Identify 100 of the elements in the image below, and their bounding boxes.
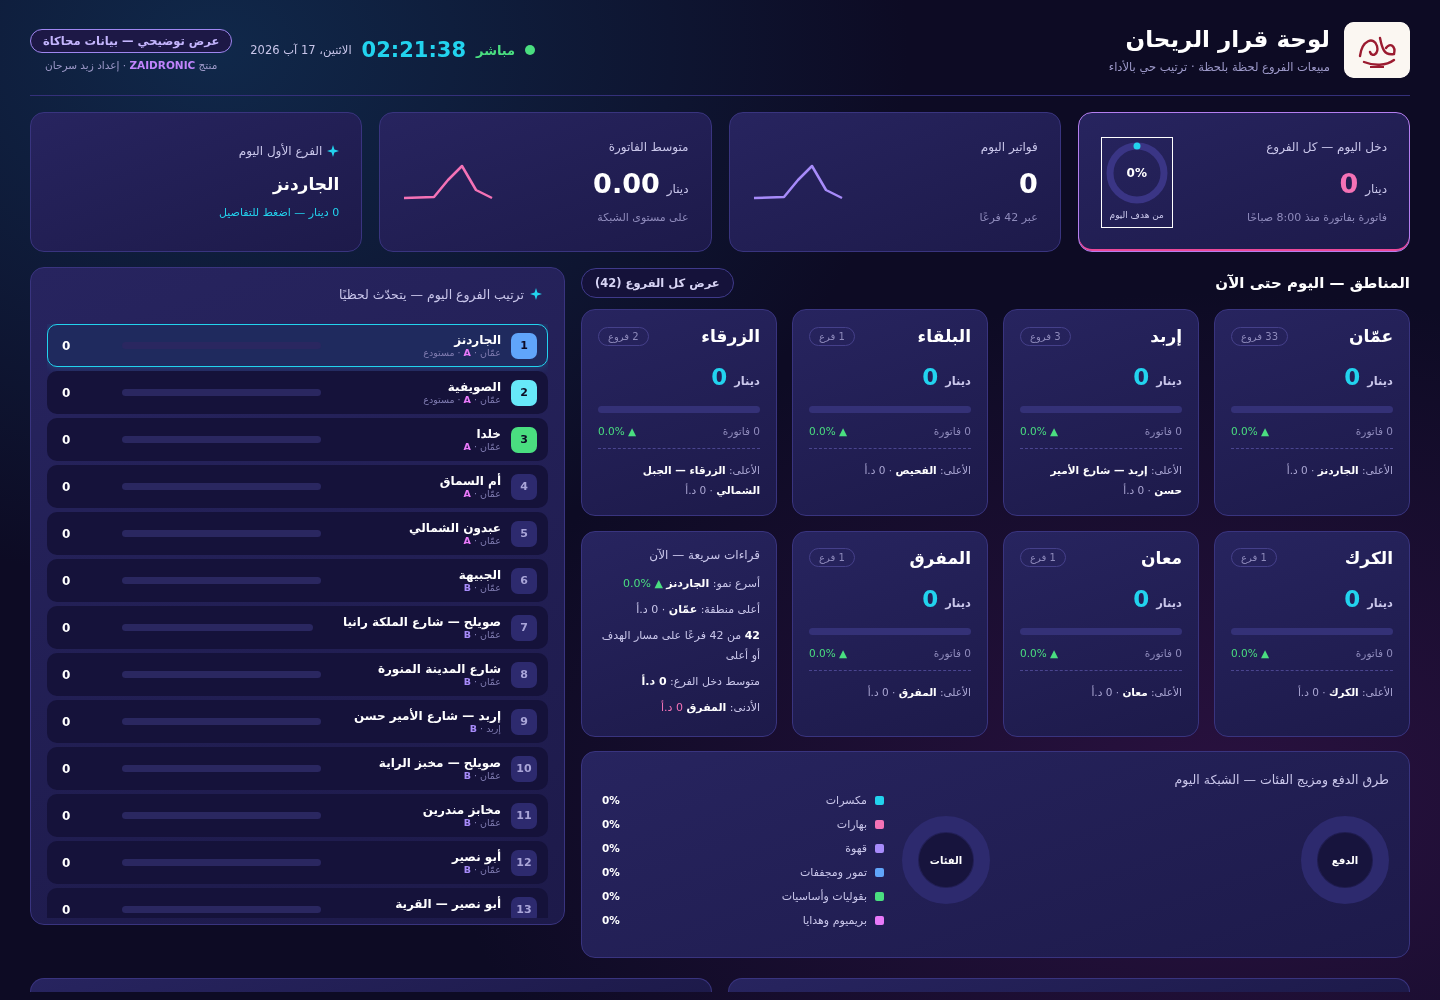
region-amount: 0 [1133,364,1150,390]
region-amount: 0 [711,364,728,390]
kpi-value: 0 [1018,168,1038,199]
clock-time: 02:21:38 [361,38,467,62]
kpi-title: دخل اليوم — كل الفروع [1265,140,1387,154]
change-percent: ▲ 0.0% [1020,646,1059,659]
branch-name: عبدون الشمالي [408,520,501,535]
donut-label: الفئات [929,854,963,866]
region-amount: 0 [922,364,939,390]
change-percent: ▲ 0.0% [809,425,848,437]
currency-label: دينار [1156,595,1182,610]
legend-label: بهارات [836,817,867,831]
goal-percent: 0% [1125,164,1148,182]
branch-sales: 0 [62,855,72,870]
branch-sales: 0 [62,620,72,635]
rank-badge: 4 [511,473,537,500]
branch-name: صويلح — مخبز الراية [377,755,501,770]
region-name: البلقاء [917,326,971,346]
live-label: مباشر [476,42,516,58]
branch-sales: 0 [62,432,72,447]
region-name: الزرقاء [701,326,760,346]
sparkle-icon [530,288,542,300]
top-branch-text: الأعلى: المفرق · 0 د.أ [809,669,971,703]
branch-sales: 0 [62,385,72,400]
top-branch-text: الأعلى: معان · 0 د.أ [1020,669,1182,703]
view-all-button[interactable]: عرض كل الفروع (42) [581,268,734,298]
currency-label: دينار [1367,595,1393,610]
branch-name: الجبيهة [457,567,501,582]
legend-label: بقوليات وأساسيات [781,889,867,903]
rank-badge: 11 [511,802,537,829]
legend-value: 0% [602,794,620,807]
region-amount: 0 [1344,364,1361,390]
invoice-count: 0 فاتورة [1144,646,1182,659]
kpi-note: فاتورة بفاتورة منذ 8:00 صباحًا [1246,211,1387,224]
region-name: المفرق [909,547,971,568]
region-name: الكرك [1344,547,1393,568]
date-label: الاثنين، 17 آب 2026 [250,43,352,57]
top-branch-text: الأعلى: الجاردنز · 0 د.أ [1231,448,1393,481]
change-percent: ▲ 0.0% [1231,646,1270,659]
branch-name: الجاردنز [452,332,501,347]
branch-name: مخابز مندرين [421,802,501,817]
reading-line: أعلى منطقة: عمّان · 0 د.أ [635,601,760,619]
branch-name: شارع المدينة المنورة [376,661,501,676]
logo-icon [1344,22,1410,78]
legend-label: تمور ومجففات [799,865,867,879]
branch-sales: 0 [62,902,72,917]
top-branch-text: الأعلى: الفحيص · 0 د.أ [809,448,971,481]
rank-badge: 6 [511,567,537,594]
goal-caption: من هدف اليوم [1109,209,1164,220]
section-title: المناطق — اليوم حتى الآن [1215,274,1410,292]
legend-label: بريميوم وهدايا [802,913,867,927]
rank-badge: 7 [511,614,537,641]
rank-badge: 12 [511,849,537,876]
change-percent: ▲ 0.0% [1020,425,1059,437]
sparkle-icon [327,145,340,157]
legend-label: قهوة [845,841,867,855]
change-percent: ▲ 0.0% [598,425,637,437]
rank-badge: 9 [511,708,537,735]
region-name: إربد [1150,326,1182,346]
region-amount: 0 [1344,585,1361,612]
rank-badge: 1 [511,332,537,359]
currency-label: دينار [1365,182,1387,196]
kpi-note: على مستوى الشبكة [596,211,689,224]
rank-badge: 3 [511,426,537,453]
rank-badge: 10 [511,755,537,782]
invoice-count: 0 فاتورة [1355,425,1393,437]
legend-value: 0% [602,866,620,879]
branch-name: صويلح — شارع الملكة رانيا [342,614,501,629]
currency-label: دينار [1367,374,1393,388]
branch-name: خلدا [475,426,501,441]
currency-label: دينار [666,182,689,196]
dashboard-title: لوحة قرار الريحان [1124,26,1330,52]
branch-sales: 0 [62,667,72,682]
branch-name: أبو نصير [450,849,501,864]
kpi-note: عبر 42 فرعًا [979,211,1038,224]
branch-sales: 0 [62,761,72,776]
change-percent: ▲ 0.0% [809,646,848,659]
invoice-count: 0 فاتورة [1355,646,1393,659]
kpi-title: الفرع الأول اليوم [238,144,323,158]
currency-label: دينار [945,595,971,610]
top-branch-text: الأعلى: إربد — شارع الأمير حسن · 0 د.أ [1020,448,1182,501]
kpi-title: متوسط الفاتورة [607,140,689,154]
invoice-count: 0 فاتورة [933,425,971,437]
legend-value: 0% [602,818,620,831]
details-link[interactable]: 0 دينار — اضغط للتفاصيل [218,206,340,219]
invoice-count: 0 فاتورة [722,425,760,437]
invoice-count: 0 فاتورة [933,646,971,659]
demo-badge: عرض توضيحي — بيانات محاكاة [30,29,233,53]
leader-branch: الجاردنز [271,174,340,194]
rank-badge: 8 [511,661,537,688]
branch-sales: 0 [62,808,72,823]
branch-sales: 0 [62,573,72,588]
kpi-value: 0 [1339,168,1359,199]
currency-label: دينار [945,374,971,388]
top-branch-text: الأعلى: الزرقاء — الجبل الشمالي · 0 د.أ [598,448,760,501]
panel-title: ترتيب الفروع اليوم — يتحدّث لحظيًا [339,286,524,302]
card-title: قراءات سريعة — الآن [648,547,760,562]
region-amount: 0 [1133,585,1150,612]
region-name: معان [1141,547,1182,568]
legend-value: 0% [602,890,620,903]
